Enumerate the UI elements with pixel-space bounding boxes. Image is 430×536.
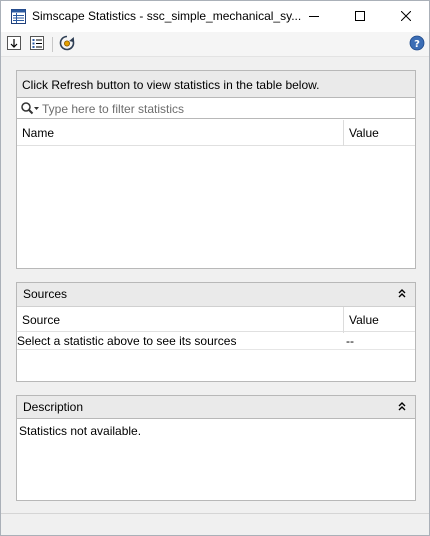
column-header-name[interactable]: Name xyxy=(22,120,54,146)
statistics-panel: Click Refresh button to view statistics … xyxy=(16,70,416,269)
svg-text:?: ? xyxy=(414,39,420,50)
double-chevron-up-icon xyxy=(397,400,407,414)
column-header-value[interactable]: Value xyxy=(349,307,379,333)
description-panel: Description Statistics not available. xyxy=(16,395,416,501)
sort-button[interactable] xyxy=(5,35,23,53)
sort-icon xyxy=(6,35,22,54)
refresh-button[interactable] xyxy=(58,35,76,53)
window-title: Simscape Statistics - ssc_simple_mechani… xyxy=(32,9,302,23)
sources-header: Sources xyxy=(17,283,415,306)
source-cell: Select a statistic above to see its sour… xyxy=(17,334,237,348)
refresh-icon xyxy=(58,34,76,55)
list-view-icon xyxy=(29,35,45,54)
description-title: Description xyxy=(23,400,84,414)
simscape-statistics-window: Simscape Statistics - ssc_simple_mechani… xyxy=(0,0,430,536)
maximize-button[interactable] xyxy=(337,1,383,32)
column-divider[interactable] xyxy=(343,307,344,333)
column-header-value[interactable]: Value xyxy=(349,120,379,146)
minimize-button[interactable] xyxy=(291,1,337,32)
maximize-icon xyxy=(355,10,365,24)
statistics-info-text: Click Refresh button to view statistics … xyxy=(22,78,320,92)
description-body: Statistics not available. xyxy=(17,418,415,500)
title-bar[interactable]: Simscape Statistics - ssc_simple_mechani… xyxy=(1,1,429,32)
toolbar: ? xyxy=(1,32,429,57)
double-chevron-up-icon xyxy=(397,287,407,301)
table-row[interactable]: Select a statistic above to see its sour… xyxy=(17,333,415,350)
collapse-description-button[interactable] xyxy=(395,400,409,414)
description-text: Statistics not available. xyxy=(19,424,142,438)
table-window-icon xyxy=(10,8,27,25)
sources-table-header: Source Value xyxy=(17,306,415,333)
toolbar-separator xyxy=(52,37,53,52)
status-bar xyxy=(1,513,429,535)
statistics-info-bar: Click Refresh button to view statistics … xyxy=(17,71,415,97)
content-area: Click Refresh button to view statistics … xyxy=(1,58,429,513)
close-icon xyxy=(400,10,412,24)
sources-title: Sources xyxy=(23,287,68,301)
filter-input[interactable] xyxy=(42,100,402,117)
value-cell: -- xyxy=(346,334,354,348)
minimize-icon xyxy=(309,10,319,24)
description-header: Description xyxy=(17,396,415,419)
statistics-table-header: Name Value xyxy=(17,120,415,146)
column-divider[interactable] xyxy=(343,120,344,146)
help-icon: ? xyxy=(409,35,425,54)
help-button[interactable]: ? xyxy=(408,35,426,53)
filter-box[interactable] xyxy=(17,97,415,119)
sources-panel: Sources Source Value Select a statistic … xyxy=(16,282,416,382)
list-view-button[interactable] xyxy=(28,35,46,53)
statistics-table-body[interactable] xyxy=(17,147,415,268)
collapse-sources-button[interactable] xyxy=(395,287,409,301)
close-button[interactable] xyxy=(383,1,429,32)
search-icon[interactable] xyxy=(20,101,42,116)
column-header-source[interactable]: Source xyxy=(22,307,60,333)
